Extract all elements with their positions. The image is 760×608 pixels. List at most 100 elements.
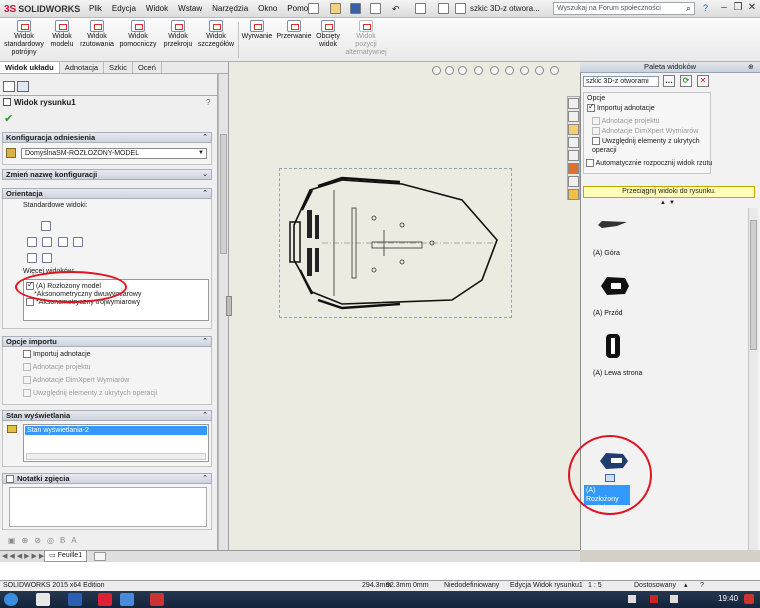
front-view-thumbnail[interactable]: [597, 274, 631, 298]
help-icon[interactable]: ?: [703, 3, 708, 13]
palette-scrollbar[interactable]: [748, 208, 758, 550]
hide-show-hud-icon[interactable]: [520, 66, 529, 75]
clear-icon[interactable]: ✕: [697, 75, 709, 87]
left-view-thumbnail[interactable]: [604, 332, 622, 360]
tray-icon[interactable]: [628, 595, 636, 603]
exploded-model-drawing[interactable]: [282, 170, 510, 316]
scene-hud-icon[interactable]: [550, 66, 559, 75]
section-header-config[interactable]: Konfiguracja odniesienia ⌃: [2, 132, 212, 143]
network-icon[interactable]: [670, 595, 678, 603]
home-tab-icon[interactable]: [568, 98, 579, 109]
auto-start-option[interactable]: Automatycznie rozpocznij widok rzutu: [586, 159, 712, 168]
design-library-tab-icon[interactable]: [568, 124, 579, 135]
new-file-icon[interactable]: [308, 3, 319, 14]
checkbox[interactable]: [23, 350, 31, 359]
minimize-icon[interactable]: –: [718, 2, 730, 14]
view-palette-tab-icon[interactable]: [568, 150, 579, 161]
open-folder-icon[interactable]: [330, 3, 341, 14]
crop-view-button[interactable]: Obcięty widok: [314, 20, 342, 49]
resources-tab-icon[interactable]: [568, 111, 579, 122]
solidworks-active-taskbar-icon[interactable]: [150, 593, 164, 606]
palette-document-select[interactable]: szkic 3D-z otworami: [583, 76, 659, 87]
section-header-bend-notes[interactable]: Notatki zgięcia ⌃: [2, 473, 212, 484]
alternate-position-view-button[interactable]: Widok pozycji alternatywnej: [342, 20, 390, 57]
checkbox[interactable]: [23, 363, 31, 372]
solidworks-logo[interactable]: 3S SOLIDWORKS: [4, 2, 80, 16]
previous-view-icon[interactable]: [458, 66, 467, 75]
section-header-display-state[interactable]: Stan wyświetlania ⌃: [2, 410, 212, 421]
display-state-item[interactable]: Stan wyświetlania-2: [25, 426, 207, 435]
notification-icon[interactable]: [744, 594, 754, 604]
word-taskbar-icon[interactable]: [68, 593, 82, 606]
unit-system[interactable]: Dostosowany: [634, 581, 676, 591]
save-icon[interactable]: [350, 3, 361, 14]
broken-out-section-button[interactable]: Wyrwanie: [240, 20, 274, 41]
sheet-nav-icons[interactable]: ◀◀◀▶▶▶: [2, 552, 46, 560]
configuration-select[interactable]: DomyślnaSM-ROZŁOŻONY-MODEL ▼: [21, 148, 207, 159]
view-label[interactable]: (A) Lewa strona: [593, 369, 643, 378]
dimxpert-annotations-option[interactable]: Adnotacje DimXpert Wymiarów: [23, 376, 129, 385]
menu-insert[interactable]: Wstaw: [173, 3, 207, 15]
restore-icon[interactable]: ❐: [732, 2, 744, 14]
start-button-icon[interactable]: [4, 593, 18, 606]
custom-properties-tab-icon[interactable]: [568, 176, 579, 187]
appearances-tab-icon[interactable]: [568, 163, 579, 174]
browser-taskbar-icon[interactable]: [120, 593, 134, 606]
help-icon[interactable]: ?: [700, 581, 704, 591]
feature-tree-tab-icon[interactable]: [3, 81, 15, 92]
checkbox[interactable]: [592, 137, 600, 146]
text-format-icons[interactable]: ▣⊕⊘◎BA: [8, 536, 83, 545]
horizontal-scrollbar[interactable]: [26, 453, 206, 460]
view-label[interactable]: (A) Przód: [593, 309, 623, 318]
checkbox[interactable]: [586, 159, 594, 168]
ok-checkmark-icon[interactable]: ✔: [4, 112, 13, 125]
palette-option[interactable]: Adnotacje DimXpert Wymiarów: [592, 127, 698, 136]
palette-option[interactable]: Uwzględnij elementy z ukrytych operacji: [592, 137, 708, 155]
zoom-area-icon[interactable]: [445, 66, 454, 75]
scrollbar-thumb[interactable]: [750, 220, 757, 350]
undo-icon[interactable]: ↶: [392, 4, 400, 15]
property-manager-tab-icon[interactable]: [17, 81, 29, 92]
appearance-hud-icon[interactable]: [535, 66, 544, 75]
options-icon[interactable]: [455, 3, 466, 14]
back-view-button[interactable]: [73, 237, 83, 247]
menu-view[interactable]: Widok: [141, 3, 173, 15]
checkbox[interactable]: [23, 376, 31, 385]
close-icon[interactable]: ✕: [746, 2, 758, 14]
model-view-button[interactable]: Widok modelu: [48, 20, 76, 49]
section-view-button[interactable]: Widok przekroju: [160, 20, 196, 49]
explorer-taskbar-icon[interactable]: [36, 593, 50, 606]
top-view-button[interactable]: [41, 221, 51, 231]
isometric-view-button[interactable]: [27, 253, 37, 263]
checkbox[interactable]: [592, 117, 600, 126]
checkbox[interactable]: [26, 298, 34, 307]
palette-option[interactable]: Importuj adnotacje: [587, 102, 655, 113]
section-header-import[interactable]: Opcje importu ⌃: [2, 336, 212, 347]
search-input[interactable]: Wyszukaj na Forum społeczności: [553, 2, 695, 15]
tab-sketch[interactable]: Szkic: [104, 62, 133, 73]
bend-notes-box[interactable]: [9, 487, 207, 527]
checkbox[interactable]: [592, 127, 600, 136]
unit-dropdown-icon[interactable]: ▴: [684, 581, 688, 591]
menu-edit[interactable]: Edycja: [107, 3, 141, 15]
tab-annotation[interactable]: Adnotacja: [60, 62, 105, 73]
design-annotations-option[interactable]: Adnotacje projektu: [23, 363, 91, 372]
rebuild-icon[interactable]: [438, 3, 449, 14]
left-view-button[interactable]: [27, 237, 37, 247]
scrollbar-thumb[interactable]: [220, 134, 227, 254]
palette-option[interactable]: Adnotacje projektu: [592, 117, 660, 126]
pin-icon[interactable]: ⊕: [748, 63, 754, 71]
right-view-button[interactable]: [58, 237, 68, 247]
menu-tools[interactable]: Narzędzia: [207, 3, 253, 15]
solidworks-taskbar-icon[interactable]: [98, 593, 112, 606]
break-button[interactable]: Przerwanie: [276, 20, 312, 41]
display-style-hud-icon[interactable]: [505, 66, 514, 75]
browse-button[interactable]: …: [663, 75, 675, 87]
add-sheet-icon[interactable]: [94, 552, 106, 561]
select-arrow-icon[interactable]: [415, 3, 426, 14]
tray-icon[interactable]: [650, 595, 658, 603]
section-view-hud-icon[interactable]: [474, 66, 483, 75]
top-view-thumbnail[interactable]: [597, 218, 631, 232]
view-orientation-hud-icon[interactable]: [490, 66, 499, 75]
checkbox[interactable]: [6, 475, 14, 484]
